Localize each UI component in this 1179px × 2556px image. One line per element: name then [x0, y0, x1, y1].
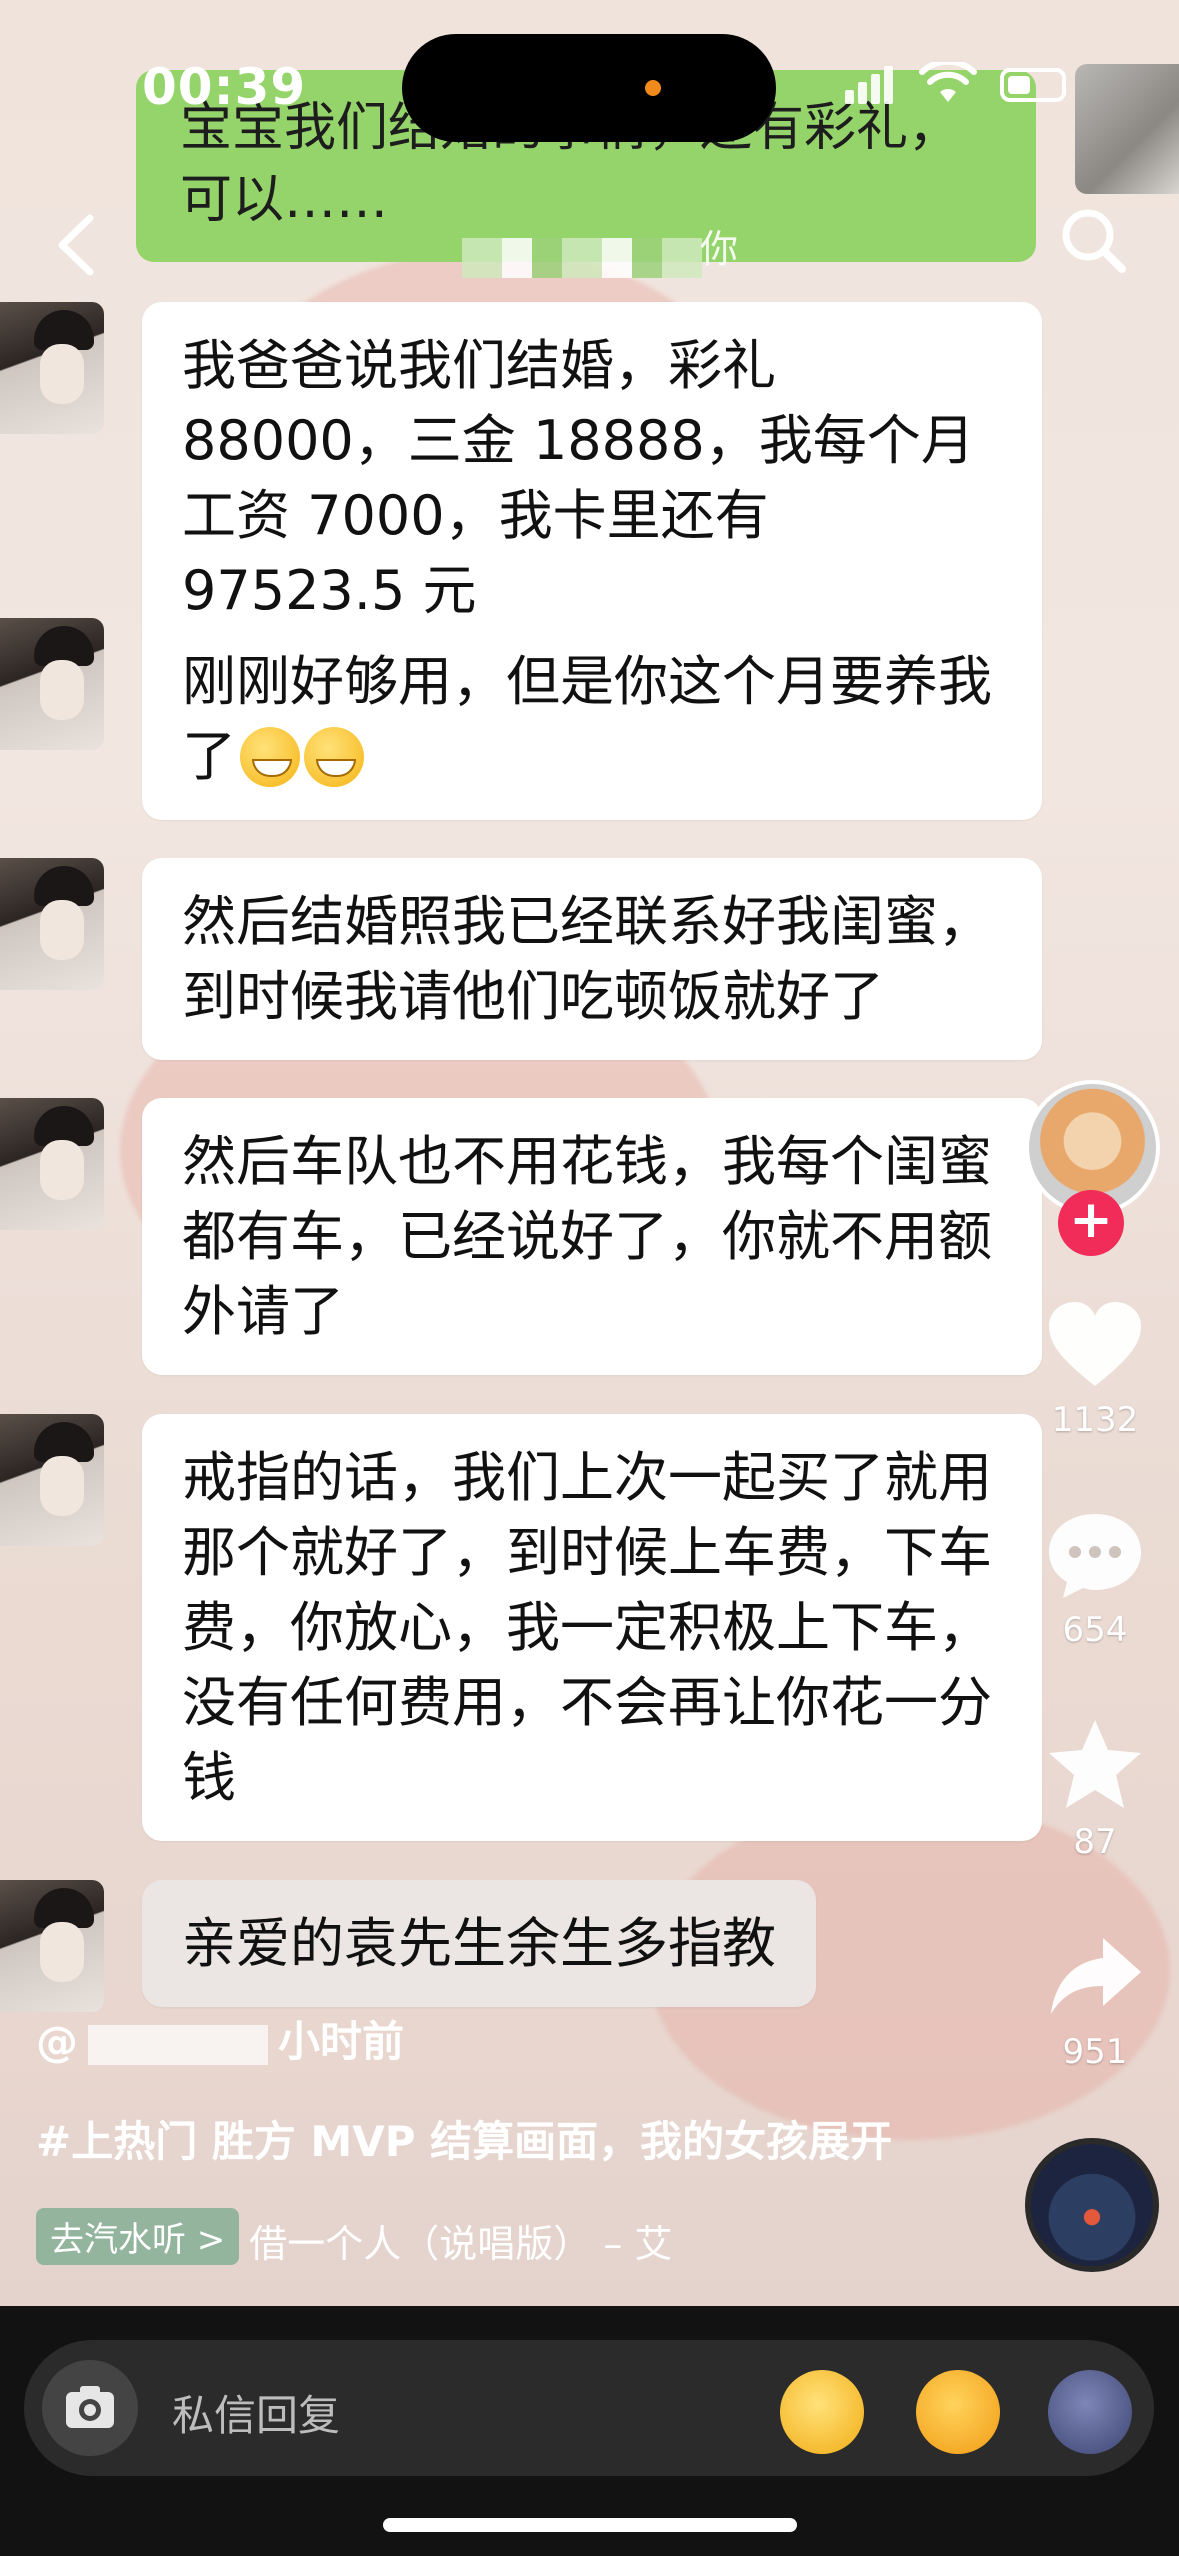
reply-input[interactable]: 私信回复 — [24, 2340, 1154, 2476]
rolling-eyes-emoji-icon[interactable] — [780, 2370, 864, 2454]
music-title: 借一个人（说唱版） – 艾 — [249, 2222, 673, 2266]
username-blurred — [88, 2024, 268, 2065]
like-button[interactable]: 1132 — [1030, 1300, 1160, 1440]
music-row[interactable]: 去汽水听 > 借一个人（说唱版） – 艾 — [36, 2208, 672, 2268]
message-bubble: 我爸爸说我们结婚，彩礼 88000，三金 18888，我每个月工资 7000，我… — [142, 302, 1042, 654]
post-author[interactable]: @ 小时前 — [36, 2008, 404, 2069]
music-disc[interactable] — [1025, 2138, 1159, 2272]
laughing-crying-emoji-icon[interactable] — [916, 2370, 1000, 2454]
sent-message-line: 可以…… — [180, 170, 389, 230]
status-time: 00:39 — [142, 58, 307, 116]
message-bubble: 刚刚好够用，但是你这个月要养我了 — [142, 618, 1042, 820]
expand-link[interactable]: 展开 — [808, 2117, 892, 2166]
signal-icon — [845, 66, 897, 104]
avatar[interactable] — [0, 618, 104, 750]
reply-placeholder: 私信回复 — [172, 2391, 341, 2440]
heart-icon — [1049, 1302, 1141, 1386]
message-bubble: 然后车队也不用花钱，我每个闺蜜都有车，已经说好了，你就不用额外请了 — [142, 1098, 1042, 1375]
post-caption[interactable]: #上热门 胜方 MVP 结算画面，我的女孩展开 — [36, 2108, 892, 2169]
message-text: 刚刚好够用，但是你这个月要养我了 — [182, 650, 992, 788]
caption-text: #上热门 胜方 MVP 结算画面，我的女孩 — [36, 2117, 809, 2166]
grin-emoji-icon — [304, 727, 364, 787]
avatar[interactable] — [0, 1098, 104, 1230]
moon-face-emoji-icon[interactable] — [1048, 2370, 1132, 2454]
favorite-button[interactable]: 87 — [1030, 1716, 1160, 1862]
star-icon — [1049, 1720, 1141, 1808]
avatar[interactable] — [0, 858, 104, 990]
avatar[interactable] — [0, 302, 104, 434]
comment-button[interactable]: 654 — [1030, 1510, 1160, 1650]
share-count: 951 — [1062, 2032, 1128, 2072]
share-button[interactable]: 951 — [1030, 1932, 1160, 2072]
follow-button[interactable]: + — [1058, 1190, 1124, 1256]
comment-count: 654 — [1062, 1610, 1128, 1650]
message-bubble: 然后结婚照我已经联系好我闺蜜，到时候我请他们吃顿饭就好了 — [142, 858, 1042, 1060]
battery-icon — [1000, 68, 1066, 102]
message-bubble: 戒指的话，我们上次一起买了就用那个就好了，到时候上车费，下车费，你放心，我一定积… — [142, 1414, 1042, 1841]
avatar[interactable] — [0, 1414, 104, 1546]
message-bubble: 亲爱的袁先生余生多指教 — [142, 1880, 816, 2007]
username-prefix: @ — [36, 2017, 78, 2066]
post-time: 小时前 — [278, 2017, 405, 2066]
sent-message-subtext: 你 — [700, 227, 739, 271]
mosaic-blur — [462, 238, 702, 278]
home-indicator — [383, 2518, 797, 2532]
music-app-tag[interactable]: 去汽水听 > — [36, 2208, 240, 2265]
camera-button[interactable] — [42, 2360, 138, 2456]
wifi-icon — [919, 62, 977, 102]
favorite-count: 87 — [1073, 1822, 1117, 1862]
search-icon[interactable] — [1058, 205, 1128, 275]
share-icon — [1051, 1938, 1141, 2014]
dynamic-island — [402, 34, 776, 142]
avatar[interactable] — [0, 1880, 104, 2012]
camera-icon — [66, 2386, 114, 2428]
like-count: 1132 — [1051, 1400, 1139, 1440]
recording-indicator — [645, 80, 661, 96]
comment-icon — [1049, 1514, 1141, 1598]
back-icon[interactable] — [50, 210, 100, 280]
grin-emoji-icon — [240, 727, 300, 787]
